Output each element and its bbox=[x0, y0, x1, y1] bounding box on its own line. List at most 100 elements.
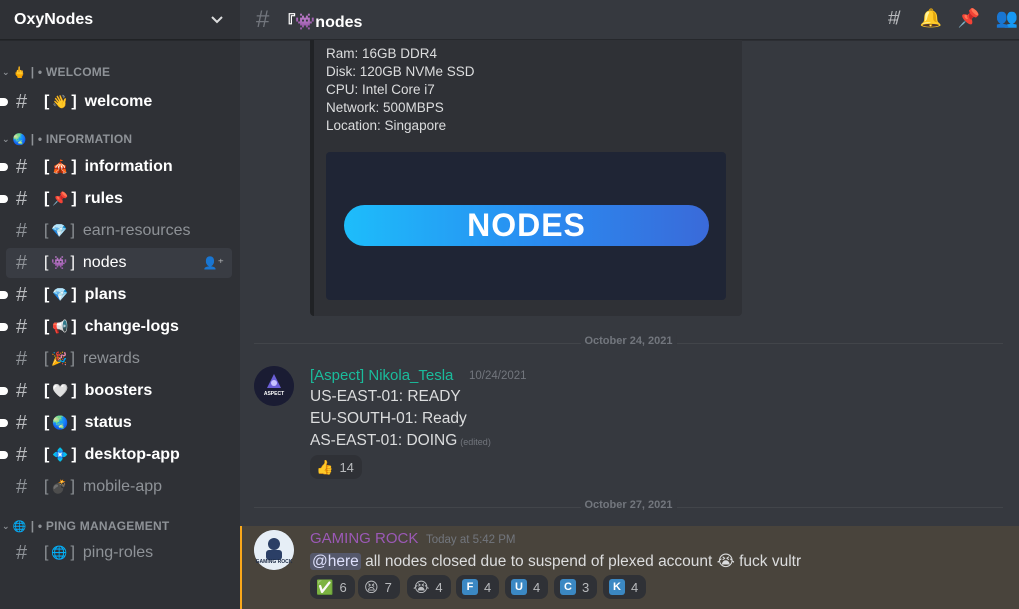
hash-icon: # bbox=[16, 475, 28, 498]
message-embed: Ram: 16GB DDR4 Disk: 120GB NVMe SSD CPU:… bbox=[310, 40, 742, 316]
username[interactable]: [Aspect] Nikola_Tesla bbox=[310, 367, 453, 384]
channel-emoji: 💠 bbox=[52, 447, 69, 462]
reaction-count: 4 bbox=[435, 579, 443, 595]
category-chevron-icon: ⌄ bbox=[2, 66, 10, 77]
bell-icon[interactable]: 🔔 bbox=[919, 8, 943, 29]
channel-title-prefix: 『👾 bbox=[279, 13, 316, 31]
channel-status[interactable]: # [🌏] status bbox=[0, 408, 232, 438]
bracket-open: [ bbox=[44, 350, 49, 367]
members-icon[interactable]: 👥 bbox=[995, 8, 1019, 29]
channel-emoji: 🌐 bbox=[51, 545, 68, 560]
channel-plans[interactable]: # [💎] plans bbox=[0, 280, 232, 310]
reaction[interactable]: C 3 bbox=[554, 575, 598, 599]
bracket-close: ] bbox=[70, 544, 75, 561]
pin-icon[interactable]: 📌 bbox=[957, 8, 981, 29]
hash-icon: # bbox=[16, 379, 28, 402]
date-divider-label: October 24, 2021 bbox=[580, 335, 677, 347]
category-label: | • INFORMATION bbox=[30, 132, 133, 146]
bracket-close: ] bbox=[71, 382, 77, 399]
channel-sidebar: OxyNodes ⌄ 🖕 | • WELCOME # [👋] welcome ⌄… bbox=[0, 0, 240, 609]
reaction[interactable]: 😫 7 bbox=[358, 575, 400, 599]
avatar[interactable] bbox=[254, 366, 294, 406]
hash-icon: # bbox=[16, 283, 28, 306]
channel-name: welcome bbox=[84, 93, 153, 110]
channel-emoji: 👋 bbox=[52, 94, 69, 109]
channel-name: ping-roles bbox=[82, 544, 154, 561]
letter-f-icon: F bbox=[462, 579, 478, 595]
channel-rules[interactable]: # [📌] rules bbox=[0, 184, 232, 214]
message-line: AS-EAST-01: DOING (edited) bbox=[310, 432, 491, 450]
reaction[interactable]: 😭 4 bbox=[407, 575, 451, 599]
message-line: EU-SOUTH-01: Ready bbox=[310, 410, 467, 427]
channel-name: status bbox=[84, 414, 132, 431]
reaction[interactable]: K 4 bbox=[603, 575, 647, 599]
category-emoji: 🌏 bbox=[12, 133, 27, 146]
reaction[interactable]: ✅ 6 bbox=[310, 575, 355, 599]
bracket-close: ] bbox=[71, 93, 77, 110]
category-information[interactable]: ⌄ 🌏 | • INFORMATION bbox=[0, 129, 240, 149]
channel-emoji: 🎉 bbox=[51, 351, 68, 366]
bracket-open: [ bbox=[44, 544, 49, 561]
channel-change-logs[interactable]: # [📢] change-logs bbox=[0, 312, 232, 342]
thumbs-up-icon: 👍 bbox=[316, 458, 334, 475]
channel-boosters[interactable]: # [🤍] boosters bbox=[0, 376, 232, 406]
letter-c-icon: C bbox=[560, 579, 576, 595]
channel-name: earn-resources bbox=[82, 222, 191, 239]
hash-icon: # bbox=[16, 219, 28, 242]
bracket-close: ] bbox=[71, 318, 77, 335]
nodes-banner: NODES bbox=[344, 205, 709, 246]
reaction-count: 6 bbox=[339, 579, 347, 595]
reaction[interactable]: U 4 bbox=[505, 575, 549, 599]
header-toolbar: #̸ 🔔 📌 👥 bbox=[881, 8, 1019, 29]
hash-icon: # bbox=[16, 443, 28, 466]
bracket-open: [ bbox=[44, 478, 49, 495]
embed-line: Disk: 120GB NVMe SSD bbox=[326, 64, 475, 79]
reaction-count: 4 bbox=[484, 579, 492, 595]
bracket-open: [ bbox=[44, 158, 50, 175]
channel-emoji: 🤍 bbox=[52, 383, 69, 398]
channel-desktop-app[interactable]: # [💠] desktop-app bbox=[0, 440, 232, 470]
channel-header: # 『👾nodes #̸ 🔔 📌 👥 bbox=[240, 0, 1019, 40]
reaction-count: 14 bbox=[339, 459, 354, 475]
category-label: | • PING MANAGEMENT bbox=[30, 519, 170, 533]
bracket-open: [ bbox=[44, 190, 50, 207]
server-header[interactable]: OxyNodes bbox=[0, 0, 240, 40]
reaction-count: 7 bbox=[384, 579, 392, 595]
bracket-close: ] bbox=[70, 478, 75, 495]
channel-mobile-app[interactable]: # [💣] mobile-app bbox=[6, 472, 232, 502]
hash-icon: # bbox=[16, 411, 28, 434]
channel-name: plans bbox=[84, 286, 127, 303]
message-line-text: AS-EAST-01: DOING bbox=[310, 432, 458, 449]
channel-welcome[interactable]: # [👋] welcome bbox=[0, 87, 232, 117]
channel-nodes[interactable]: # [👾] nodes 👤⁺ bbox=[6, 248, 232, 278]
channel-emoji: 💣 bbox=[51, 479, 68, 494]
embed-line: Location: Singapore bbox=[326, 118, 447, 133]
message-line: @here all nodes closed due to suspend of… bbox=[310, 552, 801, 571]
embed-image[interactable]: NODES bbox=[326, 152, 726, 300]
channel-ping-roles[interactable]: # [🌐] ping-roles bbox=[6, 538, 232, 568]
channel-earn-resources[interactable]: # [💎] earn-resources bbox=[6, 216, 232, 246]
bracket-open: [ bbox=[44, 414, 50, 431]
category-welcome[interactable]: ⌄ 🖕 | • WELCOME bbox=[0, 62, 240, 82]
category-chevron-icon: ⌄ bbox=[2, 520, 10, 531]
bracket-open: [ bbox=[44, 286, 50, 303]
channel-name: change-logs bbox=[84, 318, 179, 335]
reaction[interactable]: 👍 14 bbox=[310, 455, 362, 479]
category-ping-management[interactable]: ⌄ 🌐 | • PING MANAGEMENT bbox=[0, 516, 240, 536]
here-mention[interactable]: @here bbox=[310, 553, 361, 570]
add-user-icon[interactable]: 👤⁺ bbox=[203, 256, 224, 270]
channel-name: information bbox=[84, 158, 173, 175]
embed-line: CPU: Intel Core i7 bbox=[326, 82, 435, 97]
reaction-count: 4 bbox=[631, 579, 639, 595]
channel-information[interactable]: # [🎪] information bbox=[0, 152, 232, 182]
username[interactable]: GAMING ROCK bbox=[310, 530, 418, 547]
threads-icon[interactable]: #̸ bbox=[881, 8, 905, 29]
reaction-count: 4 bbox=[533, 579, 541, 595]
reaction[interactable]: F 4 bbox=[456, 575, 500, 599]
channel-name: mobile-app bbox=[82, 478, 163, 495]
avatar-aspect-icon bbox=[254, 366, 294, 406]
channel-rewards[interactable]: # [🎉] rewards bbox=[6, 344, 232, 374]
letter-u-icon: U bbox=[511, 579, 527, 595]
chevron-down-icon[interactable] bbox=[210, 13, 224, 27]
channel-emoji: 🌏 bbox=[52, 415, 69, 430]
